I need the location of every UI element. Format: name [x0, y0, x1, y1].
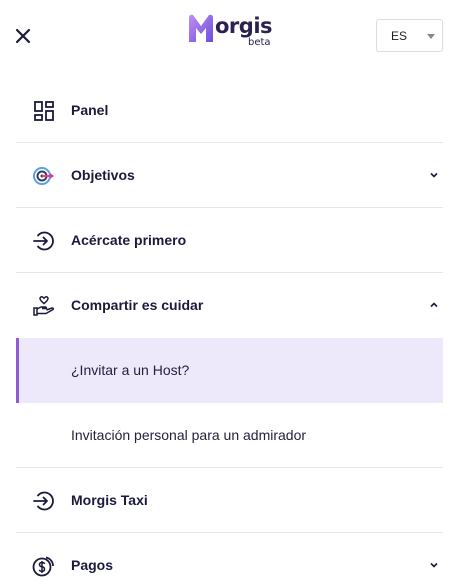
chevron-up-icon: [430, 302, 438, 308]
menu-item-label: Morgis Taxi: [71, 492, 148, 508]
hand-heart-icon: [33, 296, 55, 316]
menu-item-pagos[interactable]: Pagos: [16, 533, 443, 586]
submenu-item-label: Invitación personal para un admirador: [71, 427, 307, 443]
coin-dollar-icon: [32, 556, 54, 577]
beta-badge: beta: [248, 37, 271, 48]
language-select[interactable]: ES: [376, 19, 443, 52]
dashboard-icon: [34, 101, 54, 121]
sign-in-icon: [33, 491, 54, 511]
menu-item-compartir-es-cuidar[interactable]: Compartir es cuidar: [16, 273, 443, 338]
menu-item-label: Acércate primero: [71, 232, 187, 248]
submenu-item-invitacion-admirador[interactable]: Invitación personal para un admirador: [16, 403, 443, 468]
caret-down-icon: [427, 34, 435, 39]
submenu-item-label: ¿Invitar a un Host?: [71, 362, 190, 378]
sidebar-menu: Panel Objetivos Acércate primero Compart…: [16, 78, 443, 586]
morgis-logo: orgis beta: [186, 12, 276, 50]
menu-item-label: Pagos: [71, 557, 114, 573]
menu-item-objetivos[interactable]: Objetivos: [16, 143, 443, 208]
header: orgis beta ES: [0, 0, 457, 78]
morgis-logo-m-icon: [189, 14, 213, 43]
sign-in-icon: [33, 231, 54, 251]
submenu-item-invitar-host[interactable]: ¿Invitar a un Host?: [16, 338, 443, 403]
close-icon[interactable]: [12, 24, 34, 46]
menu-item-morgis-taxi[interactable]: Morgis Taxi: [16, 468, 443, 533]
menu-item-label: Panel: [71, 102, 109, 118]
chevron-down-icon: [430, 562, 438, 568]
language-value: ES: [391, 29, 408, 43]
menu-item-acercate-primero[interactable]: Acércate primero: [16, 208, 443, 273]
menu-item-label: Compartir es cuidar: [71, 297, 204, 313]
menu-item-label: Objetivos: [71, 167, 135, 183]
target-icon: [33, 167, 54, 185]
menu-item-panel[interactable]: Panel: [16, 78, 443, 143]
chevron-down-icon: [430, 172, 438, 178]
logo-wordmark: orgis: [215, 14, 273, 38]
